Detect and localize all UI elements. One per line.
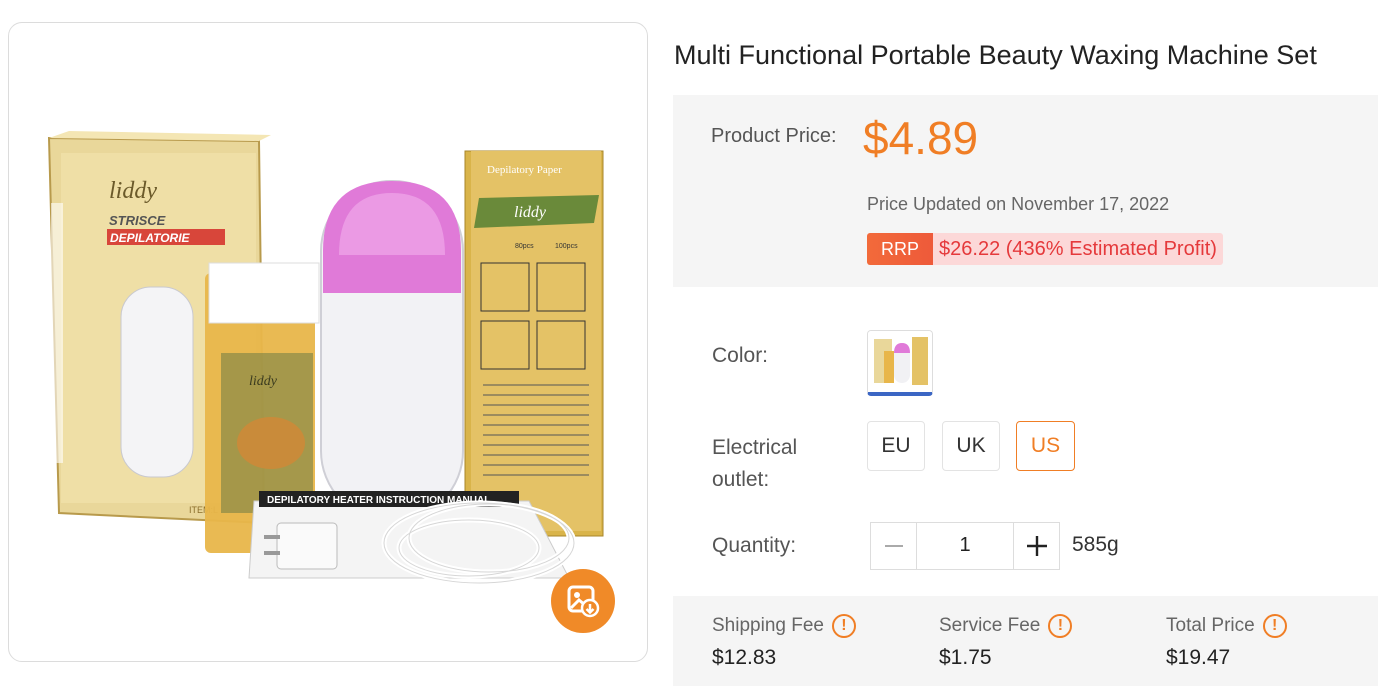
quantity-increase-button[interactable] bbox=[1013, 522, 1060, 570]
service-fee-value: $1.75 bbox=[939, 646, 992, 669]
price-updated-text: Price Updated on November 17, 2022 bbox=[867, 194, 1170, 214]
product-image-card: liddy STRISCE DEPILATORIE ITEM:L liddy D… bbox=[8, 22, 648, 662]
paper-opt1-text: 80pcs bbox=[515, 243, 534, 250]
shipping-fee-value: $12.83 bbox=[712, 646, 777, 669]
image-search-button[interactable] bbox=[551, 569, 615, 633]
product-weight: 585g bbox=[1072, 533, 1119, 556]
rrp-profit-text: $26.22 (436% Estimated Profit) bbox=[933, 233, 1223, 265]
service-fee: Service Fee ! $1.75 bbox=[939, 614, 1073, 670]
color-label: Color: bbox=[712, 344, 769, 367]
paper-brand-text: liddy bbox=[514, 204, 547, 221]
product-price: $4.89 bbox=[863, 112, 979, 164]
box-line1-text: STRISCE bbox=[109, 213, 166, 228]
quantity-input[interactable]: 1 bbox=[917, 522, 1013, 570]
minus-icon bbox=[884, 545, 903, 547]
total-info-icon[interactable]: ! bbox=[1262, 614, 1287, 638]
total-price-label: Total Price bbox=[1166, 615, 1255, 636]
paper-title-text: Depilatory Paper bbox=[487, 164, 562, 176]
outlet-option-us[interactable]: US bbox=[1016, 421, 1075, 471]
service-info-icon[interactable]: ! bbox=[1048, 614, 1073, 638]
rrp-badge: RRP bbox=[867, 233, 934, 265]
total-price-value: $19.47 bbox=[1166, 646, 1231, 669]
product-price-label: Product Price: bbox=[711, 125, 837, 147]
rrp-row: RRP $26.22 (436% Estimated Profit) bbox=[867, 233, 1223, 265]
box-line2-text: DEPILATORIE bbox=[110, 231, 191, 245]
box-brand-text: liddy bbox=[109, 178, 157, 204]
plus-icon bbox=[1026, 536, 1047, 556]
total-price: Total Price ! $19.47 bbox=[1166, 614, 1287, 670]
shipping-fee-label: Shipping Fee bbox=[712, 615, 824, 636]
quantity-label: Quantity: bbox=[712, 534, 797, 557]
electrical-outlet-label-line2: outlet: bbox=[712, 468, 770, 491]
product-photo[interactable]: liddy STRISCE DEPILATORIE ITEM:L liddy D… bbox=[9, 23, 648, 662]
shipping-info-icon[interactable]: ! bbox=[831, 614, 856, 638]
service-fee-label: Service Fee bbox=[939, 615, 1041, 636]
cartridge-brand-text: liddy bbox=[249, 374, 278, 389]
quantity-decrease-button[interactable] bbox=[870, 522, 917, 570]
paper-opt2-text: 100pcs bbox=[555, 243, 578, 250]
electrical-outlet-label-line1: Electrical bbox=[712, 436, 798, 459]
color-swatch[interactable] bbox=[867, 330, 933, 396]
price-box: Product Price: $4.89 Price Updated on No… bbox=[673, 95, 1378, 287]
outlet-option-uk[interactable]: UK bbox=[942, 421, 1000, 471]
product-title: Multi Functional Portable Beauty Waxing … bbox=[674, 40, 1317, 70]
shipping-fee: Shipping Fee ! $12.83 bbox=[712, 614, 856, 670]
image-search-icon bbox=[567, 585, 600, 618]
color-swatch-thumbnail bbox=[868, 331, 932, 392]
quantity-stepper: 1 bbox=[870, 522, 1060, 570]
outlet-option-eu[interactable]: EU bbox=[867, 421, 925, 471]
fee-summary: Shipping Fee ! $12.83 Service Fee ! $1.7… bbox=[673, 596, 1378, 686]
electrical-outlet-label: Electrical outlet: bbox=[712, 432, 797, 496]
